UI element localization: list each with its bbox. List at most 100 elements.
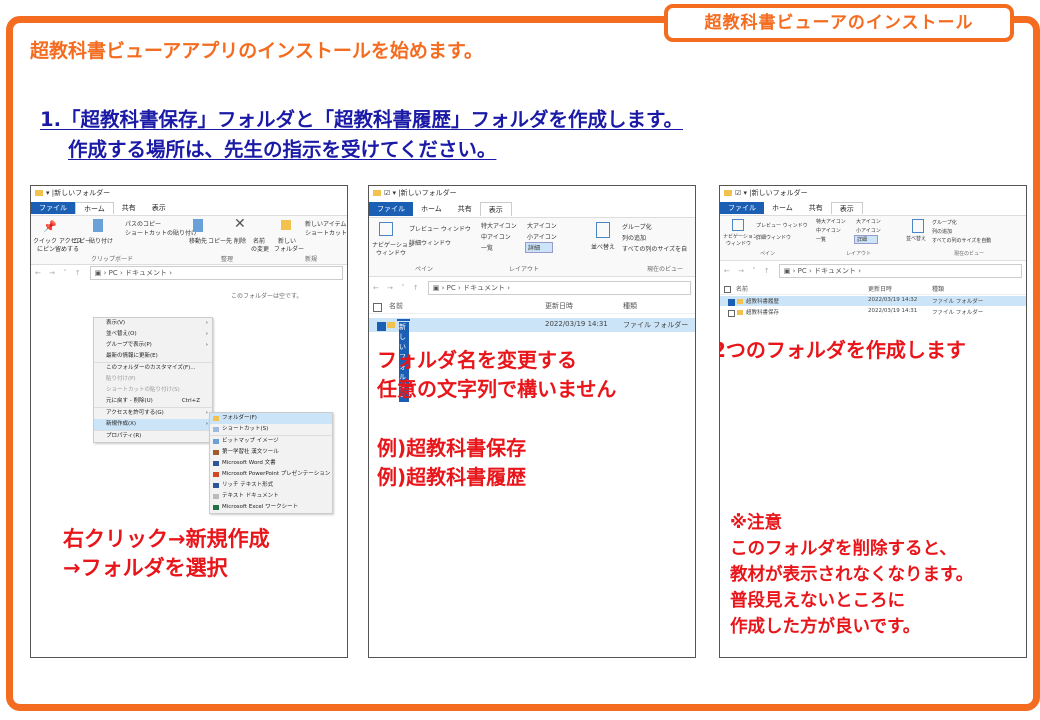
xl-icon-option[interactable]: 特大アイコン (481, 221, 517, 230)
details-option[interactable]: 詳細 (854, 235, 879, 244)
context-menu-item[interactable]: ショートカットの貼り付け(S) (94, 385, 212, 396)
list-option[interactable]: 一覧 (816, 236, 826, 243)
tab-home[interactable]: ホーム (413, 202, 450, 216)
col-date[interactable]: 更新日時 (545, 301, 573, 311)
quick-access-toolbar: ▾ | (46, 189, 55, 197)
col-name[interactable]: 名前 (389, 301, 403, 311)
tab-share[interactable]: 共有 (801, 202, 831, 214)
nav-pane-icon[interactable] (379, 222, 393, 236)
m-icon-option[interactable]: 中アイコン (816, 227, 841, 234)
group-by-label[interactable]: グループ化 (932, 219, 957, 226)
address-path[interactable]: ▣ › PC › ドキュメント › (89, 266, 343, 280)
new-item-label[interactable]: 新しいアイテム (305, 219, 346, 228)
tab-home[interactable]: ホーム (75, 202, 114, 214)
submenu-item[interactable]: 第一学習社 漢文ツール (210, 447, 332, 458)
add-column-label[interactable]: 列の追加 (932, 228, 952, 235)
address-path[interactable]: ▣ › PC › ドキュメント › (778, 264, 1022, 278)
context-menu-item[interactable]: 並べ替え(O) › (94, 329, 212, 340)
list-option[interactable]: 一覧 (481, 243, 493, 252)
submenu-item[interactable]: テキスト ドキュメント (210, 491, 332, 502)
submenu-item[interactable]: ビットマップ イメージ (210, 435, 332, 447)
move-to-label[interactable]: 移動先 (189, 236, 207, 245)
nav-arrows-icon[interactable]: ← → ˅ ↑ (373, 284, 422, 292)
table-row[interactable]: 超教科書履歴 2022/03/19 14:32 ファイル フォルダー (720, 296, 1026, 306)
details-option[interactable]: 詳細 (525, 242, 554, 253)
context-menu-item[interactable]: このフォルダーのカスタマイズ(F)... (94, 362, 212, 374)
pane-group: ペイン (415, 266, 434, 273)
rename-label-2[interactable]: の変更 (251, 244, 269, 253)
example-2: 例)超教科書履歴 (377, 465, 527, 489)
table-row[interactable]: 超教科書保存 2022/03/19 14:31 ファイル フォルダー (720, 307, 1026, 317)
sort-icon[interactable] (912, 219, 924, 233)
preview-pane-label[interactable]: プレビュー ウィンドウ (409, 224, 471, 233)
fit-columns-label[interactable]: すべての列のサイズを自 (622, 244, 687, 253)
col-name[interactable]: 名前 (736, 284, 748, 293)
context-menu-item[interactable]: 元に戻す - 削除(U) Ctrl+Z (94, 396, 212, 407)
sort-label[interactable]: 並べ替え (591, 242, 615, 251)
tab-file[interactable]: ファイル (369, 202, 413, 216)
nav-pane-label-2[interactable]: ウィンドウ (376, 248, 406, 257)
rename-input[interactable]: 新しいフォルダー (397, 319, 410, 402)
step1-heading: 1.「超教科書保存」フォルダと「超教科書履歴」フォルダを作成します。 作成する場… (40, 105, 683, 165)
l-icon-option[interactable]: 大アイコン (856, 218, 881, 225)
paste-icon[interactable] (93, 219, 103, 232)
current-view-group: 現在のビュー (954, 251, 985, 257)
submenu-item[interactable]: ショートカット(S) (210, 424, 332, 435)
context-menu-item[interactable]: グループで表示(P) › (94, 340, 212, 351)
preview-pane-label[interactable]: プレビュー ウィンドウ (756, 222, 808, 229)
nav-pane-label-1[interactable]: ナビゲーション (723, 233, 758, 240)
group-by-label[interactable]: グループ化 (622, 222, 652, 231)
nav-pane-icon[interactable] (732, 219, 744, 231)
submenu-item[interactable]: Microsoft PowerPoint プレゼンテーション (210, 469, 332, 480)
delete-icon[interactable]: ✕ (234, 216, 246, 232)
nav-pane-label-2[interactable]: ウィンドウ (726, 240, 751, 247)
context-menu-item[interactable]: 新規作成(X) › (94, 419, 212, 430)
sort-icon[interactable] (596, 222, 610, 238)
path-copy-label[interactable]: パスのコピー (125, 219, 161, 228)
tab-file[interactable]: ファイル (31, 202, 75, 214)
paste-label[interactable]: 貼り付け (89, 236, 113, 245)
context-menu-item[interactable]: 表示(V) › (94, 318, 212, 329)
nav-arrows-icon[interactable]: ← → ˅ ↑ (724, 267, 773, 275)
context-menu-item[interactable]: 貼り付け(P) (94, 374, 212, 385)
tab-file[interactable]: ファイル (720, 202, 764, 214)
xl-icon-option[interactable]: 特大アイコン (816, 218, 846, 225)
details-pane-label[interactable]: 詳細ウィンドウ (409, 238, 451, 247)
context-menu-item[interactable]: アクセスを許可する(G) › (94, 407, 212, 419)
table-row[interactable]: 新しいフォルダー 2022/03/19 14:31 ファイル フォルダー (369, 318, 695, 402)
s-icon-option[interactable]: 小アイコン (856, 227, 881, 234)
details-pane-label[interactable]: 詳細ウィンドウ (756, 234, 791, 241)
shortcut-label[interactable]: ショートカット (305, 228, 347, 237)
context-menu-item[interactable]: プロパティ(R) (94, 430, 212, 442)
tab-home[interactable]: ホーム (764, 202, 801, 214)
fit-columns-label[interactable]: すべての列のサイズを自動 (932, 237, 991, 244)
tab-view[interactable]: 表示 (144, 202, 174, 214)
col-type[interactable]: 種類 (932, 284, 944, 293)
m-icon-option[interactable]: 中アイコン (481, 232, 511, 241)
l-icon-option[interactable]: 大アイコン (527, 221, 557, 230)
col-type[interactable]: 種類 (623, 301, 637, 311)
submenu-item[interactable]: Microsoft Word 文書 (210, 458, 332, 469)
sort-label[interactable]: 並べ替え (906, 235, 926, 242)
delete-label[interactable]: 削除 (234, 236, 246, 245)
pin-label: にピン留めする (37, 246, 80, 253)
address-path[interactable]: ▣ › PC › ドキュメント › (427, 281, 691, 295)
submenu-item[interactable]: フォルダー(F) (210, 413, 332, 424)
move-to-icon[interactable] (193, 219, 203, 232)
new-folder-label-2[interactable]: フォルダー (274, 244, 304, 253)
col-date[interactable]: 更新日時 (868, 284, 892, 293)
tab-view[interactable]: 表示 (479, 202, 512, 216)
context-menu-item[interactable]: 最新の情報に更新(E) (94, 351, 212, 362)
tab-view[interactable]: 表示 (830, 202, 863, 214)
tab-share[interactable]: 共有 (114, 202, 144, 214)
tab-share[interactable]: 共有 (450, 202, 480, 216)
submenu-item[interactable]: Microsoft Excel ワークシート (210, 502, 332, 513)
submenu-item[interactable]: リッチ テキスト形式 (210, 480, 332, 491)
copy-to-label[interactable]: コピー先 (208, 236, 232, 245)
nav-arrows-icon[interactable]: ← → ˅ ↑ (35, 269, 84, 277)
new-folder-icon[interactable] (281, 220, 291, 230)
pin-icon[interactable]: 📌 (43, 220, 57, 233)
s-icon-option[interactable]: 小アイコン (527, 232, 557, 241)
shortcut-paste-label[interactable]: ショートカットの貼り付け (125, 228, 197, 237)
add-column-label[interactable]: 列の追加 (622, 233, 646, 242)
